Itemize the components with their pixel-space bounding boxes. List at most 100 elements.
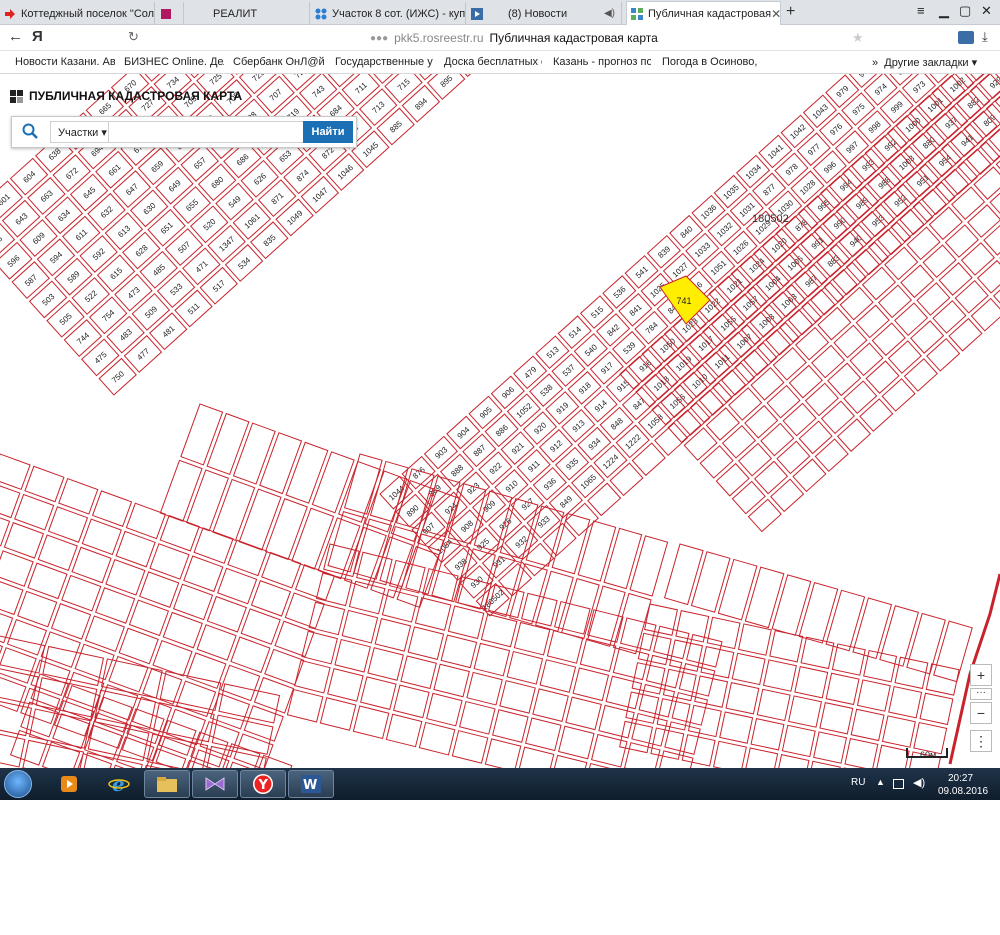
parcel-outline[interactable] [499,680,536,714]
parcel-outline[interactable] [792,458,827,493]
parcel-outline[interactable] [706,616,741,650]
file-explorer-icon[interactable] [144,770,190,798]
tab-cottage[interactable]: Коттеджный поселок "Солн [0,2,155,25]
parcel-outline[interactable] [105,558,146,596]
parcel-outline[interactable] [17,590,58,628]
parcel-outline[interactable] [919,692,954,726]
parcel-outline[interactable] [804,382,839,417]
download-icon[interactable]: ⤓ [982,29,988,45]
parcel-outline[interactable] [24,465,65,503]
tab-magenta[interactable] [156,2,184,25]
parcel-outline[interactable] [352,705,390,740]
parcel-outline[interactable] [587,482,622,517]
parcel-outline[interactable] [37,534,78,572]
parcel-outline[interactable] [833,324,868,359]
parcel-outline[interactable] [506,650,544,685]
parcel-outline[interactable] [587,609,624,643]
parcel-outline[interactable] [650,727,685,760]
parcel-outline[interactable] [871,322,906,357]
parcel-outline[interactable] [206,595,247,633]
start-button[interactable] [4,770,32,798]
parcel-outline[interactable] [676,402,711,436]
parcel-outline[interactable] [951,186,986,221]
parcel-outline[interactable] [725,682,760,715]
parcel-outline[interactable] [285,441,329,504]
parcel-outline[interactable] [819,702,854,735]
parcel-outline[interactable] [798,420,833,455]
parcel-outline[interactable] [220,664,261,702]
parcel-outline[interactable] [765,321,800,356]
parcel-outline[interactable] [0,696,33,737]
search-input[interactable] [108,121,304,143]
parcel-outline[interactable] [744,747,779,768]
parcel-outline[interactable] [935,168,970,203]
parcel-outline[interactable] [712,740,747,768]
parcel-outline[interactable] [535,570,574,633]
bookmark-star-icon[interactable]: ★ [852,30,864,46]
parcel-outline[interactable] [451,730,489,764]
parcel-outline[interactable] [884,246,919,281]
parcel-outline[interactable] [825,672,860,706]
volume-icon[interactable]: ◀) [913,776,925,789]
parcel-outline[interactable] [820,400,856,435]
parcel-outline[interactable] [385,713,423,748]
parcel-outline[interactable] [473,642,511,677]
parcel-outline[interactable] [367,647,404,681]
bookmark-item[interactable]: Государственные усл [335,56,433,68]
parcel-outline[interactable] [653,625,690,660]
parcel-outline[interactable] [832,261,867,296]
parcel-outline[interactable] [433,663,470,698]
parcel-outline[interactable] [772,346,807,381]
parcel-outline[interactable] [699,445,734,479]
parcel-outline[interactable] [294,659,331,694]
parcel-outline[interactable] [196,624,237,661]
parcel-outline[interactable] [447,605,485,640]
parcel-outline[interactable] [227,539,268,577]
parcel-outline[interactable] [532,688,569,722]
parcel-outline[interactable] [762,659,797,692]
parcel-outline[interactable] [663,543,704,606]
parcel-outline[interactable] [185,469,229,532]
parcel-outline[interactable] [0,453,31,491]
parcel-outline[interactable] [960,242,996,276]
parcel-outline[interactable] [554,600,591,635]
parcel-outline[interactable] [906,612,946,675]
parcel-outline[interactable] [162,611,203,649]
parcel-outline[interactable] [564,502,599,537]
parcel-outline[interactable] [183,555,224,593]
parcel-outline[interactable] [152,639,193,677]
parcel-outline[interactable] [492,709,529,743]
parcel-outline[interactable] [308,601,346,636]
parcel-outline[interactable] [926,337,961,372]
parcel-outline[interactable] [180,403,224,466]
parcel-outline[interactable] [756,329,791,363]
object-type-select[interactable]: Участки ▾ [50,121,110,143]
parcel-outline[interactable] [341,609,379,644]
parcel-outline[interactable] [715,462,750,497]
map-canvas[interactable]: 5656016046386416656706966997297327657685… [0,74,1000,768]
parcel-outline[interactable] [3,522,45,559]
parcel-outline[interactable] [928,206,963,241]
parcel-outline[interactable] [243,705,284,742]
parcel-outline[interactable] [863,649,898,683]
parcel-outline[interactable] [814,438,849,473]
parcel-outline[interactable] [61,574,102,612]
parcel-outline[interactable] [877,284,913,319]
parcel-outline[interactable] [74,643,115,681]
close-tab-icon[interactable]: ✕ [771,7,780,21]
parcel-outline[interactable] [374,618,412,652]
zoom-in-button[interactable]: + [970,664,992,686]
parcel-outline[interactable] [943,161,978,196]
parcel-outline[interactable] [452,74,491,78]
parcel-outline[interactable] [623,742,661,768]
parcel-outline[interactable] [250,580,292,617]
parcel-outline[interactable] [754,460,789,495]
find-button[interactable]: Найти [303,121,353,143]
parcel-outline[interactable] [338,460,382,523]
parcel-outline[interactable] [22,739,85,768]
parcel-outline[interactable] [238,488,282,551]
parcel-outline[interactable] [760,422,795,457]
parcel-outline[interactable] [717,558,758,621]
parcel-outline[interactable] [712,369,747,403]
parcel-outline[interactable] [71,546,112,584]
